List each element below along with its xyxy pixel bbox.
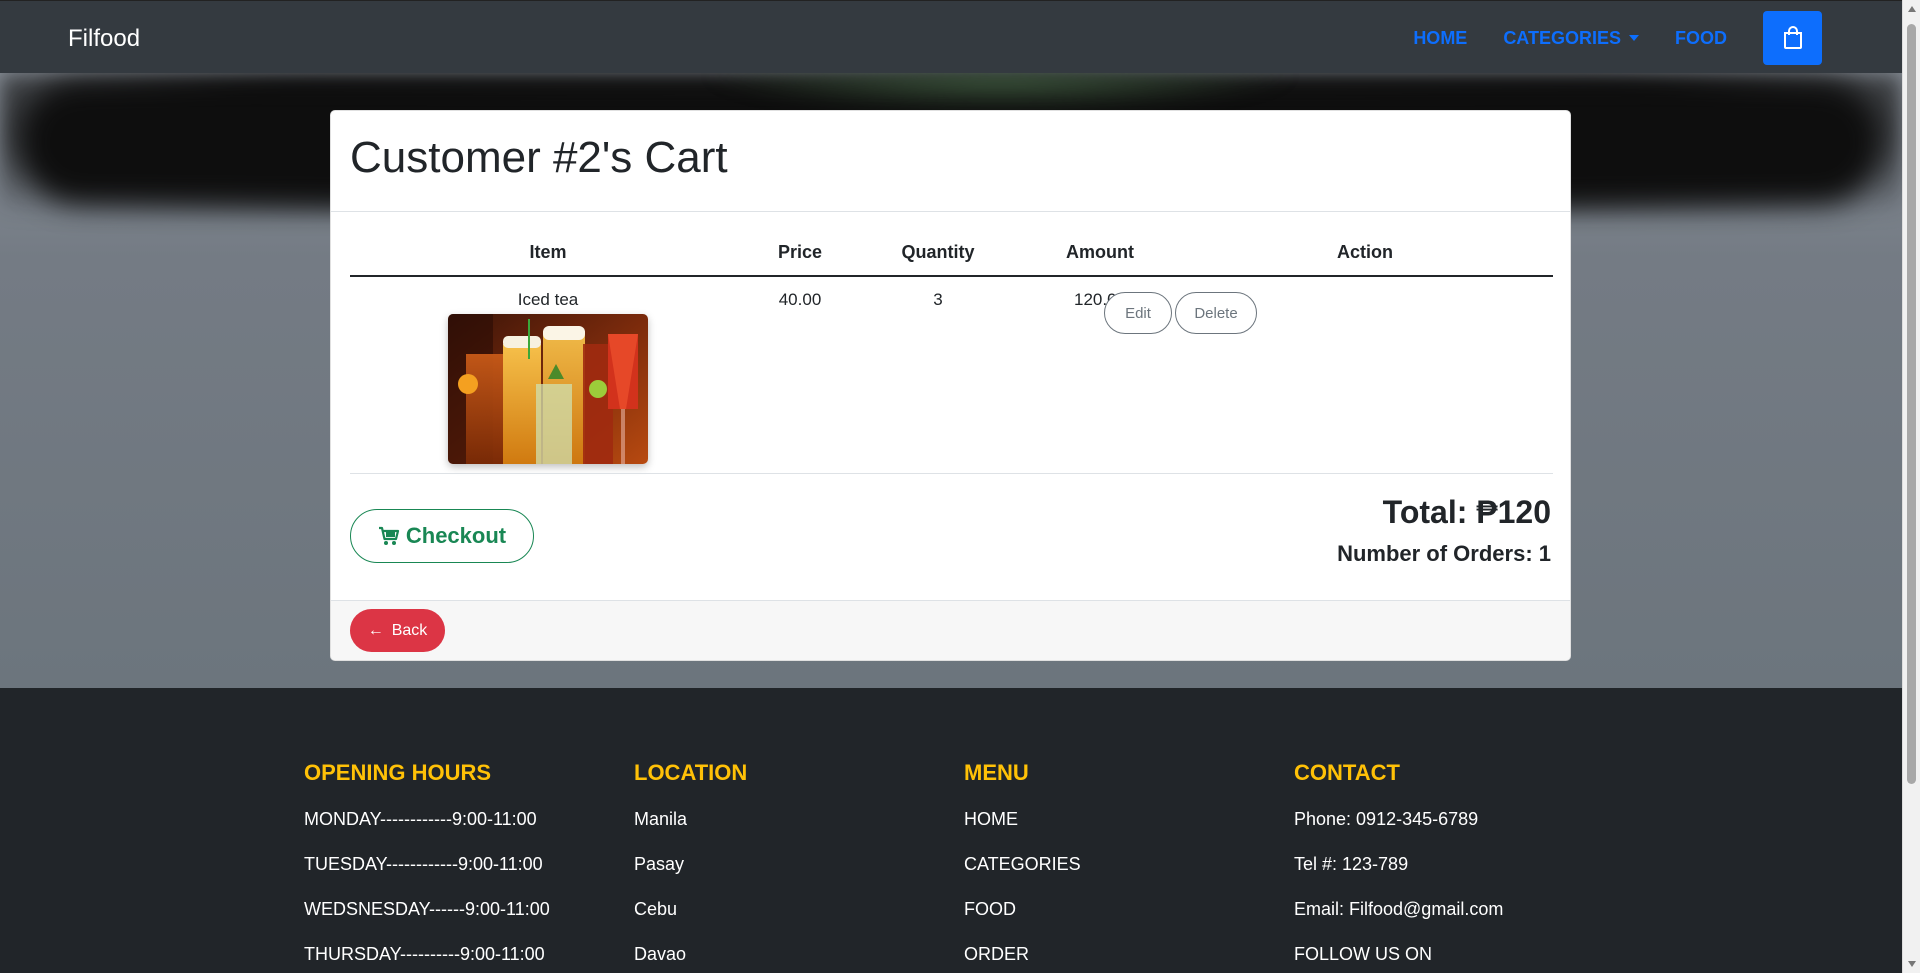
- cart-footer: ← Back: [331, 600, 1570, 660]
- footer-heading-hours: OPENING HOURS: [304, 760, 492, 785]
- cell-quantity: 3: [933, 290, 943, 309]
- iced-drinks-image: [448, 314, 648, 464]
- number-of-orders: Number of Orders: 1: [1337, 541, 1551, 566]
- edit-button[interactable]: Edit: [1104, 292, 1172, 334]
- page-scrollbar[interactable]: [1902, 0, 1920, 973]
- back-button[interactable]: ← Back: [350, 609, 445, 652]
- cart-icon: [378, 526, 399, 545]
- navbar: Filfood HOME CATEGORIES FOOD: [0, 0, 1902, 73]
- back-label: Back: [391, 621, 428, 639]
- hero-glow: [700, 73, 1300, 113]
- cell-price: 40.00: [778, 290, 822, 309]
- checkout-button[interactable]: Checkout: [350, 509, 534, 563]
- column-header-action: Action: [1337, 242, 1393, 262]
- footer-menu-categories-link[interactable]: CATEGORIES: [964, 853, 1081, 898]
- cart-body: Item Price Quantity Amount Action Iced t…: [331, 212, 1570, 599]
- item-image: [448, 314, 648, 464]
- hours-item: THURSDAY----------9:00-11:00: [304, 944, 545, 964]
- column-header-amount: Amount: [1066, 242, 1134, 262]
- hours-item: WEDSNESDAY------9:00-11:00: [304, 899, 550, 919]
- nav-categories-label: CATEGORIES: [1503, 27, 1621, 48]
- column-header-quantity: Quantity: [901, 242, 975, 262]
- scroll-down-arrow-icon[interactable]: [1908, 961, 1916, 967]
- footer-menu-home-link[interactable]: HOME: [964, 808, 1081, 853]
- contact-email: Email: Filfood@gmail.com: [1294, 899, 1504, 919]
- nav-links: HOME CATEGORIES FOOD: [1413, 11, 1822, 65]
- nav-categories-dropdown[interactable]: CATEGORIES: [1503, 28, 1639, 49]
- cart-card: Customer #2's Cart Item Price Quantity A…: [330, 110, 1571, 661]
- column-header-item: Item: [529, 242, 567, 262]
- footer-menu-order-link[interactable]: ORDER: [964, 943, 1081, 973]
- nav-home-link[interactable]: HOME: [1413, 28, 1467, 49]
- hours-item: TUESDAY------------9:00-11:00: [304, 854, 543, 874]
- location-item: Cebu: [634, 899, 678, 919]
- brand-logo[interactable]: Filfood: [68, 25, 140, 53]
- footer-heading-contact: CONTACT: [1294, 760, 1400, 785]
- delete-button[interactable]: Delete: [1175, 292, 1257, 334]
- site-footer: OPENING HOURS MONDAY------------9:00-11:…: [0, 688, 1902, 973]
- footer-heading-location: LOCATION: [634, 760, 748, 785]
- scrollbar-thumb[interactable]: [1907, 24, 1916, 784]
- location-item: Pasay: [634, 854, 685, 874]
- cart-button[interactable]: [1763, 11, 1822, 65]
- shopping-bag-icon: [1783, 26, 1802, 49]
- arrow-left-icon: ←: [367, 621, 384, 639]
- follow-us-label: FOLLOW US ON: [1294, 944, 1433, 964]
- cell-item-name: Iced tea: [517, 290, 579, 309]
- cart-total: Total: ₱120: [1382, 494, 1551, 530]
- scroll-up-arrow-icon[interactable]: [1908, 6, 1916, 12]
- location-item: Davao: [634, 944, 687, 964]
- cart-header: Customer #2's Cart: [331, 111, 1570, 212]
- contact-tel: Tel #: 123-789: [1294, 854, 1409, 874]
- checkout-label: Checkout: [405, 523, 507, 548]
- footer-col-hours: OPENING HOURS MONDAY------------9:00-11:…: [304, 760, 550, 973]
- cart-title: Customer #2's Cart: [350, 133, 728, 182]
- footer-col-contact: CONTACT Phone: 0912-345-6789 Tel #: 123-…: [1294, 760, 1503, 973]
- contact-phone: Phone: 0912-345-6789: [1294, 809, 1479, 829]
- nav-food-link[interactable]: FOOD: [1675, 28, 1727, 49]
- table-row-divider: [350, 473, 1553, 474]
- table-header-divider: [350, 275, 1553, 277]
- hours-item: MONDAY------------9:00-11:00: [304, 809, 537, 829]
- caret-down-icon: [1629, 35, 1639, 41]
- footer-menu-food-link[interactable]: FOOD: [964, 898, 1081, 943]
- column-header-price: Price: [777, 242, 823, 262]
- footer-heading-menu: MENU: [964, 760, 1029, 785]
- footer-col-location: LOCATION Manila Pasay Cebu Davao: [634, 760, 747, 973]
- location-item: Manila: [634, 809, 688, 829]
- footer-col-menu: MENU HOME CATEGORIES FOOD ORDER: [964, 760, 1081, 973]
